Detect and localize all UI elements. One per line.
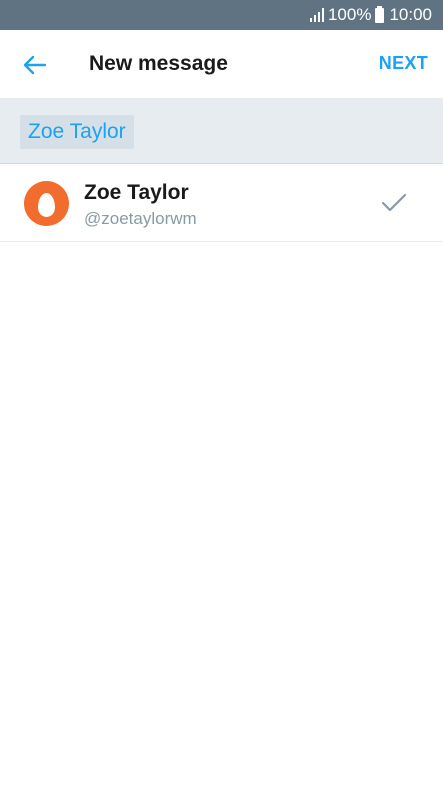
egg-avatar-icon — [38, 192, 55, 217]
user-handle: @zoetaylorwm — [84, 209, 197, 228]
signal-icon — [309, 8, 324, 22]
battery-percentage: 100% — [327, 5, 372, 24]
next-button[interactable]: NEXT — [379, 53, 428, 74]
recipient-chip[interactable]: Zoe Taylor — [20, 115, 134, 149]
battery-icon — [375, 5, 385, 23]
check-icon — [381, 193, 407, 212]
back-arrow-icon — [23, 55, 47, 75]
app-bar: New message NEXT — [0, 30, 443, 98]
user-list-item[interactable]: Zoe Taylor @zoetaylorwm — [0, 165, 443, 242]
avatar — [24, 181, 69, 226]
user-name: Zoe Taylor — [84, 181, 189, 204]
back-button[interactable] — [18, 51, 52, 79]
clock: 10:00 — [389, 5, 432, 24]
status-bar: 100% 10:00 — [0, 0, 443, 30]
recipient-field[interactable]: Zoe Taylor — [0, 98, 443, 164]
page-title: New message — [89, 52, 228, 75]
